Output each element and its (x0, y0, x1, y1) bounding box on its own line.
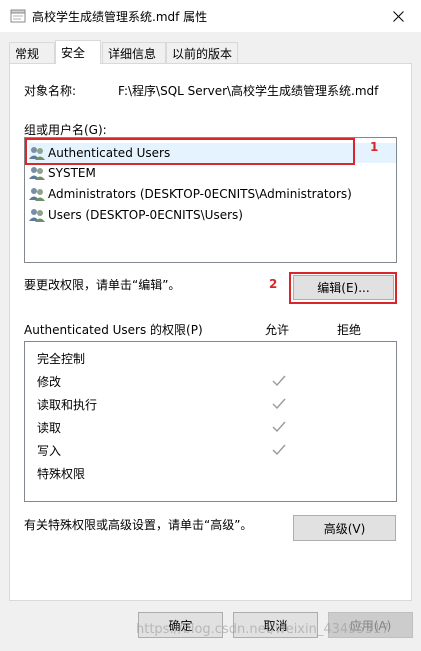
list-item-administrators[interactable]: Administrators (DESKTOP-0ECNITS\Administ… (29, 184, 352, 204)
permission-write: 写入 (37, 444, 62, 458)
window-title: 高校学生成绩管理系统.mdf 属性 (32, 10, 208, 24)
check-icon (272, 375, 286, 387)
user-group-icon (29, 167, 45, 180)
cancel-button[interactable]: 取消 (233, 612, 318, 638)
tab-security[interactable]: 安全 (55, 40, 101, 64)
user-name: Administrators (DESKTOP-0ECNITS\Administ… (48, 187, 352, 201)
tab-label: 以前的版本 (172, 46, 233, 61)
advanced-button[interactable]: 高级(V) (293, 515, 396, 541)
advanced-button-label: 高级(V) (323, 521, 366, 536)
permissions-label: Authenticated Users 的权限(P) (24, 323, 203, 337)
check-icon (272, 444, 286, 456)
permission-read-execute: 读取和执行 (37, 398, 98, 412)
permission-full-control: 完全控制 (37, 352, 86, 366)
advanced-hint: 有关特殊权限或高级设置，请单击“高级”。 (24, 518, 253, 532)
ok-button[interactable]: 确定 (138, 612, 223, 638)
object-name-value: F:\程序\SQL Server\高校学生成绩管理系统.mdf (118, 84, 379, 98)
edit-button-label: 编辑(E)... (317, 281, 370, 295)
list-item-system[interactable]: SYSTEM (29, 163, 96, 183)
edit-button[interactable]: 编辑(E)... (293, 275, 394, 300)
deny-header: 拒绝 (337, 323, 362, 337)
permission-special: 特殊权限 (37, 467, 86, 481)
user-name: Users (DESKTOP-0ECNITS\Users) (48, 208, 243, 222)
permission-read: 读取 (37, 421, 62, 435)
tab-previous-versions[interactable]: 以前的版本 (166, 42, 238, 63)
groups-label: 组或用户名(G): (24, 123, 107, 137)
check-icon (272, 398, 286, 410)
close-icon (392, 10, 404, 22)
user-group-icon (29, 188, 45, 201)
object-name-label: 对象名称: (24, 84, 77, 98)
check-icon (272, 421, 286, 433)
tab-label: 常规 (15, 46, 40, 61)
annotation-box-1 (25, 138, 355, 165)
tab-label: 安全 (61, 46, 86, 60)
allow-header: 允许 (265, 323, 290, 337)
ok-button-label: 确定 (168, 618, 193, 633)
annotation-number-1: 1 (370, 140, 379, 154)
user-group-icon (29, 209, 45, 222)
change-permissions-hint: 要更改权限，请单击“编辑”。 (24, 278, 181, 292)
title-bar: 高校学生成绩管理系统.mdf 属性 (0, 0, 421, 32)
file-icon (10, 9, 26, 23)
apply-button[interactable]: 应用(A) (328, 612, 413, 638)
permissions-list: 完全控制 修改 读取和执行 读取 写入 特殊权限 (24, 341, 397, 502)
close-button[interactable] (375, 0, 421, 32)
user-name: SYSTEM (48, 166, 96, 180)
list-item-users[interactable]: Users (DESKTOP-0ECNITS\Users) (29, 205, 243, 225)
permission-modify: 修改 (37, 375, 62, 389)
tab-general[interactable]: 常规 (9, 42, 55, 63)
apply-button-label: 应用(A) (349, 618, 392, 633)
annotation-number-2: 2 (269, 277, 278, 291)
tab-label: 详细信息 (108, 46, 157, 61)
tab-details[interactable]: 详细信息 (102, 42, 166, 63)
cancel-button-label: 取消 (263, 618, 288, 633)
